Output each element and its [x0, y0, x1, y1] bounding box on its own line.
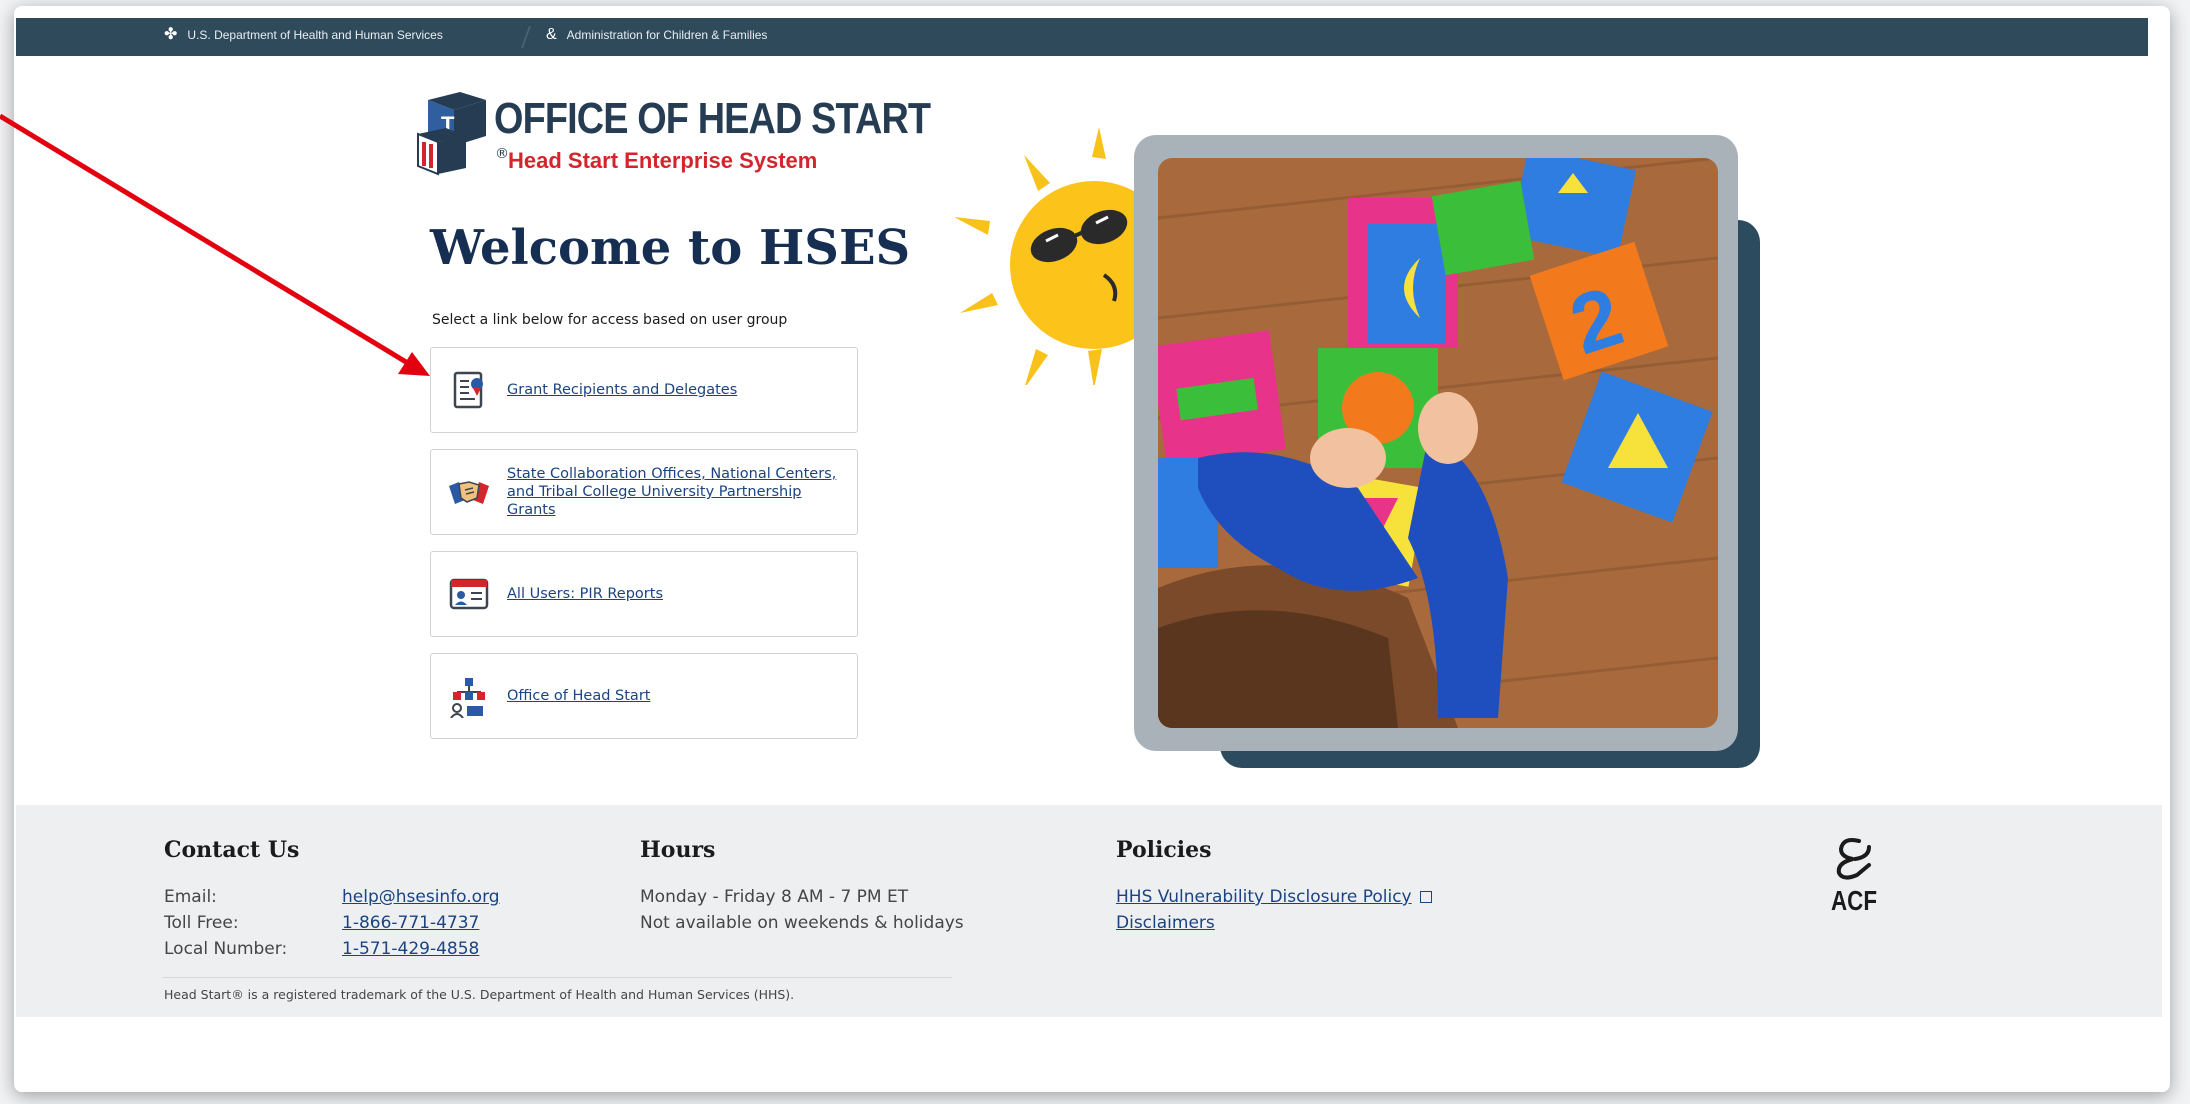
child-playing-with-foam-puzzle-photo: 2 [1158, 158, 1718, 728]
policies-heading: Policies [1116, 837, 1212, 863]
page-title: Welcome to HSES [430, 220, 911, 276]
footer-divider [162, 977, 952, 978]
trademark-notice: Head Start® is a registered trademark of… [164, 987, 795, 1002]
office-of-head-start-link[interactable]: Office of Head Start [507, 687, 847, 705]
page-subtitle: Select a link below for access based on … [432, 312, 788, 328]
acf-logo-text: ACF [1830, 885, 1878, 916]
organization-people-icon [450, 678, 485, 718]
disclaimers-link[interactable]: Disclaimers [1116, 913, 1215, 933]
pir-reports-link[interactable]: All Users: PIR Reports [507, 585, 847, 603]
email-link[interactable]: help@hsesinfo.org [342, 887, 500, 907]
local-number-link[interactable]: 1-571-429-4858 [342, 939, 479, 959]
head-start-blocks-icon: T [417, 92, 486, 176]
acf-ampersand-icon [1836, 838, 1871, 880]
logo-title: OFFICE OF HEAD START [494, 94, 931, 143]
gov-header-bar: ✤ U.S. Department of Health and Human Se… [16, 18, 2148, 56]
state-collaboration-link[interactable]: State Collaboration Offices, National Ce… [507, 465, 847, 519]
handshake-icon [449, 481, 489, 504]
hours-weekends: Not available on weekends & holidays [640, 913, 964, 933]
hhs-link[interactable]: ✤ U.S. Department of Health and Human Se… [164, 26, 443, 43]
logo-subtitle: Head Start Enterprise System [508, 148, 818, 173]
email-label: Email: [164, 887, 217, 907]
header-separator [504, 26, 532, 48]
contact-us-heading: Contact Us [164, 837, 300, 863]
report-id-card-icon [449, 578, 489, 610]
acf-symbol-icon: & [546, 26, 557, 43]
vulnerability-policy-row: HHS Vulnerability Disclosure Policy [1116, 887, 1432, 907]
vulnerability-policy-link[interactable]: HHS Vulnerability Disclosure Policy [1116, 887, 1412, 907]
hhs-eagle-icon: ✤ [164, 26, 178, 43]
foam-puzzle-illustration: 2 [1158, 158, 1718, 728]
grant-recipients-card[interactable]: Grant Recipients and Delegates [430, 347, 858, 433]
sun-with-sunglasses-illustration [954, 127, 1154, 385]
tollfree-label: Toll Free: [164, 913, 239, 933]
hours-heading: Hours [640, 837, 716, 863]
site-footer: Contact Us Email: help@hsesinfo.org Toll… [16, 805, 2162, 1017]
document-certificate-icon [453, 371, 483, 409]
acf-label: Administration for Children & Families [566, 28, 768, 42]
acf-logo: ACF [1824, 835, 1884, 935]
acf-link[interactable]: & Administration for Children & Families [546, 26, 768, 43]
local-number-label: Local Number: [164, 939, 288, 959]
pir-reports-card[interactable]: All Users: PIR Reports [430, 551, 858, 637]
office-of-head-start-card[interactable]: Office of Head Start [430, 653, 858, 739]
external-link-icon [1419, 891, 1432, 903]
registered-mark: ® [495, 146, 509, 162]
office-of-head-start-logo: T OFFICE OF HEAD START ® Head Start Ente… [416, 90, 931, 180]
hhs-label: U.S. Department of Health and Human Serv… [187, 28, 443, 42]
state-collaboration-card[interactable]: State Collaboration Offices, National Ce… [430, 449, 858, 535]
hours-weekdays: Monday - Friday 8 AM - 7 PM ET [640, 887, 909, 907]
tollfree-link[interactable]: 1-866-771-4737 [342, 913, 479, 933]
grant-recipients-link[interactable]: Grant Recipients and Delegates [507, 381, 847, 399]
